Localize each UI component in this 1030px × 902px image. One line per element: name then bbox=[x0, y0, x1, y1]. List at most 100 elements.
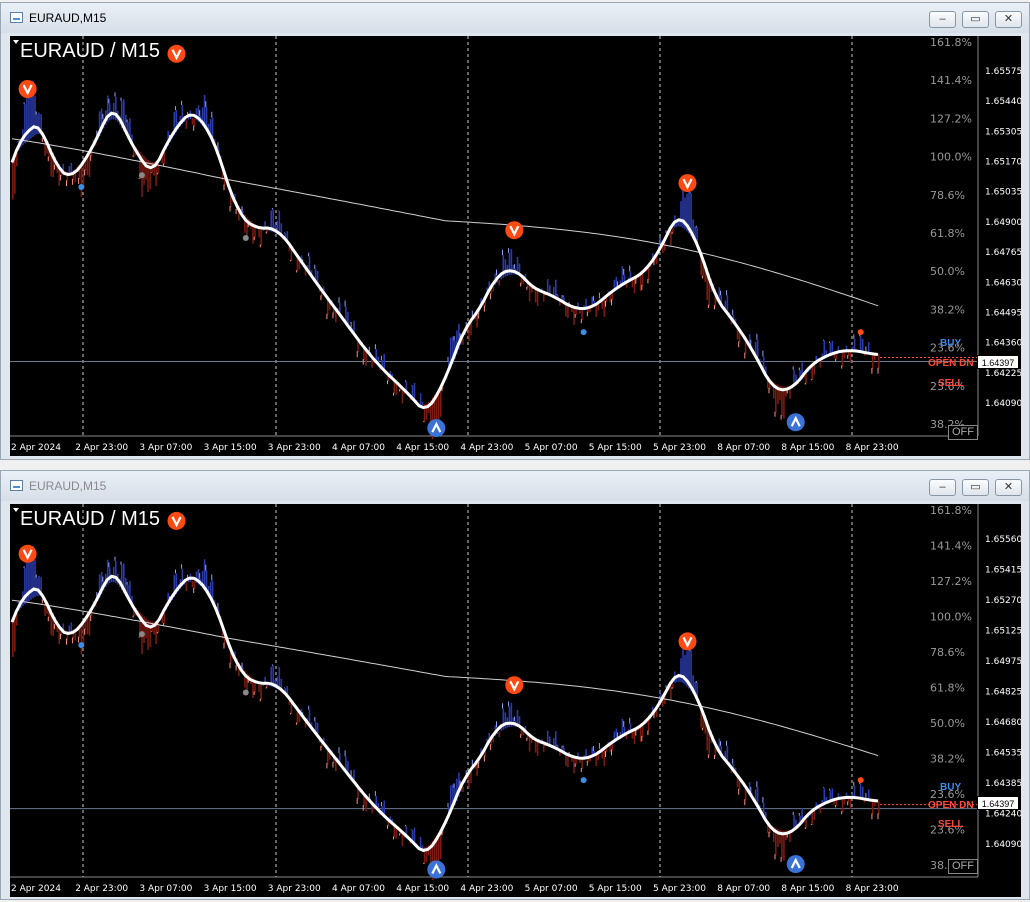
time-axis-label: 4 Apr 07:00 bbox=[332, 443, 385, 453]
price-axis-label: 1.64495 bbox=[985, 309, 1021, 319]
bullish-bar bbox=[70, 162, 73, 173]
bearish-bar bbox=[871, 353, 874, 370]
time-axis-label: 5 Apr 15:00 bbox=[589, 884, 642, 894]
price-chart[interactable]: 1.65575 1.65440 1.65305 1.65170 1.65035 1.649… bbox=[10, 36, 1021, 456]
time-axis-label: 3 Apr 07:00 bbox=[139, 884, 192, 894]
bearish-bar bbox=[633, 278, 636, 294]
window-title: EURAUD,M15 bbox=[29, 479, 107, 493]
chart-menu-triangle[interactable] bbox=[13, 508, 19, 512]
bullish-bar bbox=[504, 259, 507, 277]
fibonacci-level-label: 61.8% bbox=[930, 682, 965, 695]
off-toggle[interactable]: OFF bbox=[948, 859, 978, 874]
price-axis-label: 1.65440 bbox=[985, 97, 1021, 107]
bullish-bar bbox=[34, 95, 36, 136]
pivot-dot bbox=[580, 777, 587, 784]
bearish-bar bbox=[14, 156, 16, 195]
time-axis-label: 3 Apr 15:00 bbox=[204, 884, 257, 894]
bullish-bar bbox=[421, 401, 424, 406]
pivot-dot bbox=[242, 235, 249, 241]
price-axis-label: 1.64090 bbox=[985, 840, 1021, 850]
time-axis-label: 4 Apr 15:00 bbox=[396, 884, 449, 894]
minimize-button[interactable]: ‒ bbox=[929, 479, 956, 496]
time-axis-label: 5 Apr 23:00 bbox=[653, 884, 706, 894]
price-axis-label: 1.64900 bbox=[985, 218, 1021, 228]
bearish-bar bbox=[783, 386, 785, 419]
bullish-bar bbox=[419, 837, 422, 849]
bearish-bar bbox=[12, 160, 14, 200]
fibonacci-level-label: 127.2% bbox=[930, 112, 972, 125]
fibonacci-level-label: 127.2% bbox=[930, 575, 972, 588]
bullish-bar bbox=[68, 625, 71, 633]
bullish-bar bbox=[68, 166, 71, 173]
time-axis-label: 2 Apr 2024 bbox=[11, 443, 61, 453]
bearish-bar bbox=[260, 682, 262, 700]
pivot-dot bbox=[242, 689, 249, 696]
pivot-dot bbox=[857, 777, 864, 784]
bearish-bar bbox=[813, 364, 815, 375]
price-axis-label: 1.64090 bbox=[985, 399, 1021, 409]
bearish-bar bbox=[603, 298, 606, 317]
chart-window-bottom[interactable]: EURAUD,M15 ‒ ▭ ✕ 1.65560 1.65415 1.65270 1.… bbox=[0, 470, 1030, 900]
fibonacci-level-label: 50.0% bbox=[930, 265, 965, 278]
bearish-bar bbox=[670, 685, 672, 700]
chart-menu-triangle[interactable] bbox=[13, 40, 19, 44]
price-axis-label: 1.65305 bbox=[985, 127, 1021, 137]
chart-window-top[interactable]: EURAUD,M15 ‒ ▭ ✕ 1.65575 1.65440 1.65305 1.… bbox=[0, 2, 1030, 460]
bullish-bar bbox=[112, 103, 115, 120]
bearish-bar bbox=[145, 618, 147, 639]
bearish-bar bbox=[185, 119, 188, 129]
bullish-bar bbox=[36, 114, 38, 135]
bearish-bar bbox=[603, 748, 606, 766]
bearish-bar bbox=[462, 338, 464, 345]
minimize-button[interactable]: ‒ bbox=[929, 11, 956, 28]
bearish-bar bbox=[878, 354, 880, 369]
bearish-bar bbox=[193, 581, 196, 589]
bearish-bar bbox=[468, 325, 470, 342]
time-axis-label: 4 Apr 23:00 bbox=[460, 443, 513, 453]
price-axis-label: 1.64225 bbox=[985, 369, 1021, 379]
fibonacci-level-label: 141.4% bbox=[930, 540, 972, 553]
bearish-bar bbox=[849, 797, 852, 809]
buy-label[interactable]: BUY bbox=[940, 338, 961, 349]
sell-label[interactable]: SELL bbox=[938, 378, 964, 389]
maximize-button[interactable]: ▭ bbox=[962, 11, 989, 28]
fibonacci-level-label: 38.2% bbox=[930, 303, 965, 316]
window-title: EURAUD,M15 bbox=[29, 11, 107, 25]
time-axis-label: 4 Apr 15:00 bbox=[396, 443, 449, 453]
time-axis-label: 8 Apr 23:00 bbox=[846, 884, 899, 894]
off-toggle[interactable]: OFF bbox=[948, 425, 978, 440]
time-axis-label: 4 Apr 23:00 bbox=[460, 884, 513, 894]
price-axis-label: 1.64825 bbox=[985, 688, 1021, 698]
time-axis-label: 3 Apr 07:00 bbox=[139, 443, 192, 453]
time-axis-label: 2 Apr 2024 bbox=[11, 884, 61, 894]
fibonacci-level-label: 38.2% bbox=[930, 753, 965, 766]
maximize-button[interactable]: ▭ bbox=[962, 479, 989, 496]
sell-label[interactable]: SELL bbox=[938, 819, 964, 830]
window-titlebar[interactable]: EURAUD,M15 ‒ ▭ ✕ bbox=[1, 471, 1029, 501]
current-price-tag: 1.64397 bbox=[977, 796, 1019, 810]
bearish-bar bbox=[191, 580, 194, 588]
chart-window-icon bbox=[10, 480, 23, 491]
chart-canvas[interactable]: 1.65575 1.65440 1.65305 1.65170 1.65035 1.649… bbox=[10, 36, 1021, 456]
buy-label[interactable]: BUY bbox=[940, 782, 961, 793]
time-axis-label: 8 Apr 15:00 bbox=[781, 443, 834, 453]
bullish-bar bbox=[70, 622, 73, 632]
pivot-dot bbox=[857, 329, 864, 336]
price-axis-label: 1.65035 bbox=[985, 188, 1021, 198]
price-chart[interactable]: 1.65560 1.65415 1.65270 1.65125 1.64975 1.648… bbox=[10, 504, 1021, 897]
bearish-bar bbox=[811, 366, 813, 381]
time-axis-label: 3 Apr 23:00 bbox=[268, 443, 321, 453]
chart-canvas[interactable]: 1.65560 1.65415 1.65270 1.65125 1.64975 1.648… bbox=[10, 504, 1021, 897]
bearish-bar bbox=[878, 800, 880, 815]
close-button[interactable]: ✕ bbox=[995, 11, 1022, 28]
close-button[interactable]: ✕ bbox=[995, 479, 1022, 496]
chart-symbol-title: EURAUD / M15 bbox=[20, 40, 161, 62]
window-titlebar[interactable]: EURAUD,M15 ‒ ▭ ✕ bbox=[1, 3, 1029, 33]
bullish-bar bbox=[678, 676, 680, 682]
bearish-bar bbox=[841, 351, 844, 367]
price-axis-label: 1.65125 bbox=[985, 627, 1021, 637]
bullish-bar bbox=[680, 201, 682, 227]
bullish-bar bbox=[36, 577, 38, 596]
price-axis-label: 1.64360 bbox=[985, 339, 1021, 349]
time-axis-label: 8 Apr 23:00 bbox=[846, 443, 899, 453]
